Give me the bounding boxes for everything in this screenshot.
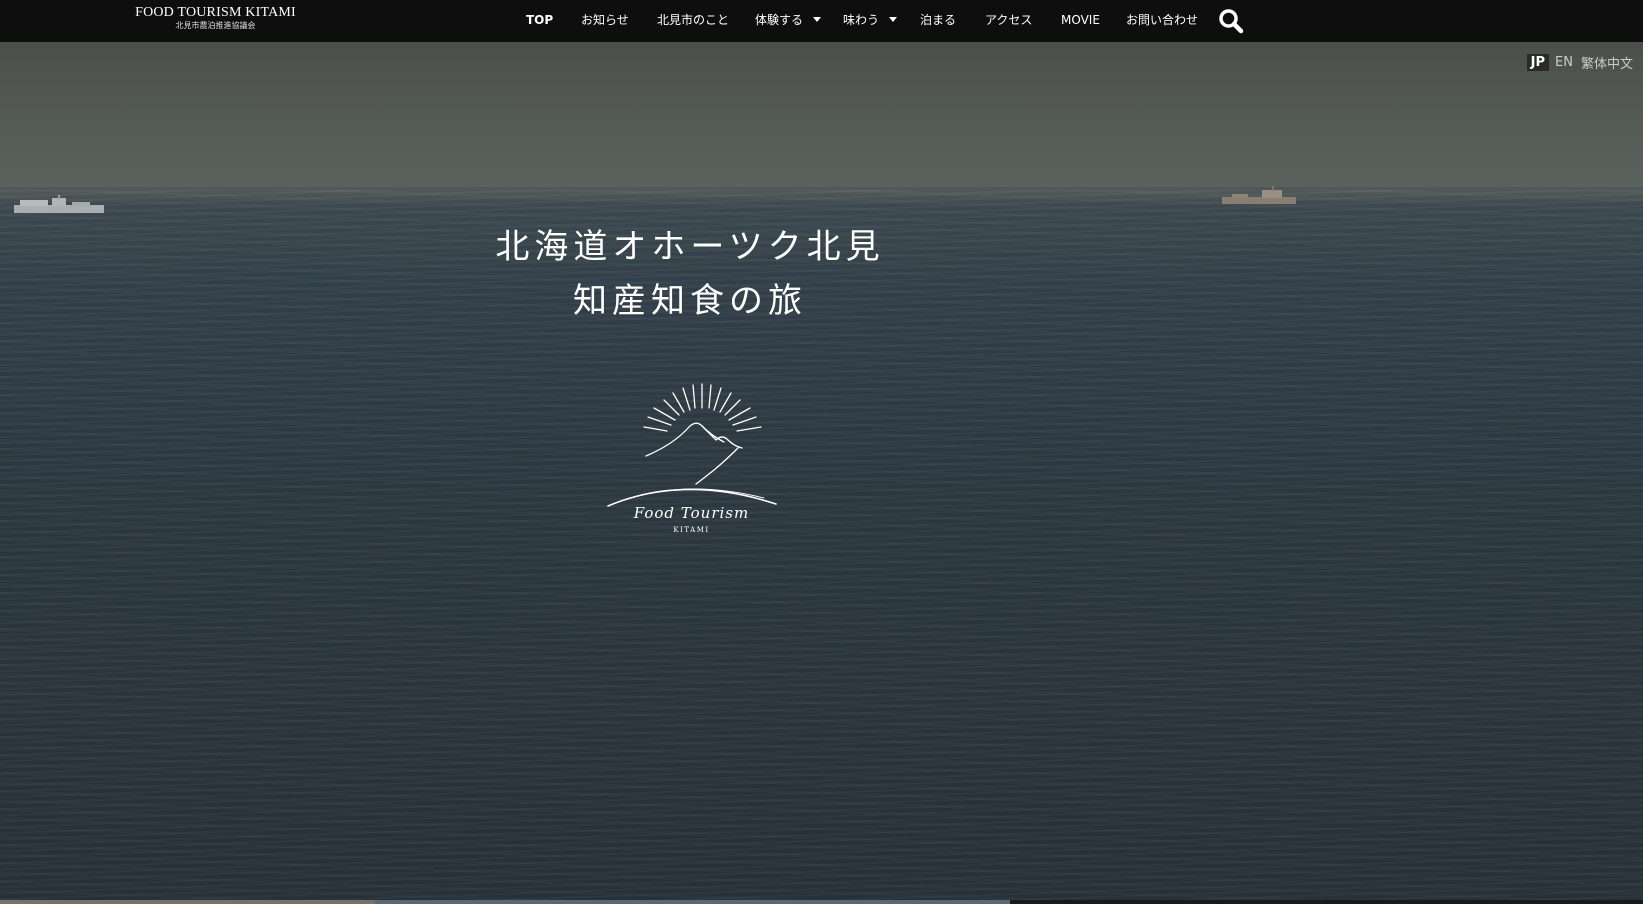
hero-title: 北海道オホーツク北見 知産知食の旅 bbox=[440, 220, 940, 328]
nav-item-label: 北見市のこと bbox=[657, 13, 730, 27]
nav-item-label: アクセス bbox=[985, 13, 1033, 27]
hero-video: JP EN 繁体中文 北海道オホーツク北見 知産知食の旅 Food Touris… bbox=[0, 42, 1643, 904]
main-nav: TOP お知らせ 北見市のこと 体験する 味わう 泊まる アクセス MOVIE … bbox=[0, 0, 1643, 42]
hero-title-line1: 北海道オホーツク北見 bbox=[495, 227, 885, 267]
lang-jp-button[interactable]: JP bbox=[1526, 53, 1550, 71]
nav-item-label: TOP bbox=[526, 13, 554, 27]
hero-title-line2: 知産知食の旅 bbox=[573, 281, 807, 321]
nav-item-stay[interactable]: 泊まる bbox=[920, 0, 956, 40]
nav-item-contact[interactable]: お問い合わせ bbox=[1126, 0, 1198, 40]
search-icon bbox=[1219, 9, 1244, 34]
nav-item-access[interactable]: アクセス bbox=[985, 0, 1032, 40]
lang-en-button[interactable]: EN bbox=[1555, 55, 1573, 70]
caret-down-icon bbox=[813, 17, 822, 22]
nav-item-label: MOVIE bbox=[1061, 13, 1100, 27]
logo-caption: KITAMI bbox=[673, 526, 710, 534]
strip-segment bbox=[375, 900, 1010, 904]
mountain-sunrise-icon bbox=[607, 383, 777, 507]
nav-item-movie[interactable]: MOVIE bbox=[1061, 0, 1100, 40]
nav-item-label: 泊まる bbox=[920, 13, 957, 27]
strip-segment bbox=[0, 900, 375, 904]
food-tourism-logo: Food Tourism KITAMI bbox=[604, 382, 779, 552]
caret-down-icon bbox=[889, 17, 898, 22]
page: FOOD TOURISM KITAMI 北見市農泊推進協議会 TOP お知らせ … bbox=[0, 0, 1643, 904]
ship-right bbox=[1222, 186, 1296, 204]
nav-item-about-kitami[interactable]: 北見市のこと bbox=[657, 0, 729, 40]
language-switch: JP EN 繁体中文 bbox=[1526, 52, 1633, 72]
strip-segment bbox=[1010, 900, 1643, 904]
nav-item-label: お知らせ bbox=[581, 13, 629, 27]
nav-item-label: 味わう bbox=[843, 13, 880, 27]
nav-item-label: 体験する bbox=[755, 13, 804, 27]
lang-tw-button[interactable]: 繁体中文 bbox=[1581, 53, 1633, 72]
video-progress-strip bbox=[0, 900, 1643, 904]
nav-item-label: お問い合わせ bbox=[1126, 13, 1199, 27]
ship-left bbox=[14, 195, 104, 213]
search-button[interactable] bbox=[1218, 8, 1244, 34]
nav-item-experience[interactable]: 体験する bbox=[755, 0, 822, 40]
nav-item-top[interactable]: TOP bbox=[526, 0, 553, 40]
site-header: FOOD TOURISM KITAMI 北見市農泊推進協議会 TOP お知らせ … bbox=[0, 0, 1643, 42]
nav-item-taste[interactable]: 味わう bbox=[843, 0, 898, 40]
nav-item-news[interactable]: お知らせ bbox=[581, 0, 629, 40]
logo-script-text: Food Tourism bbox=[633, 504, 750, 522]
